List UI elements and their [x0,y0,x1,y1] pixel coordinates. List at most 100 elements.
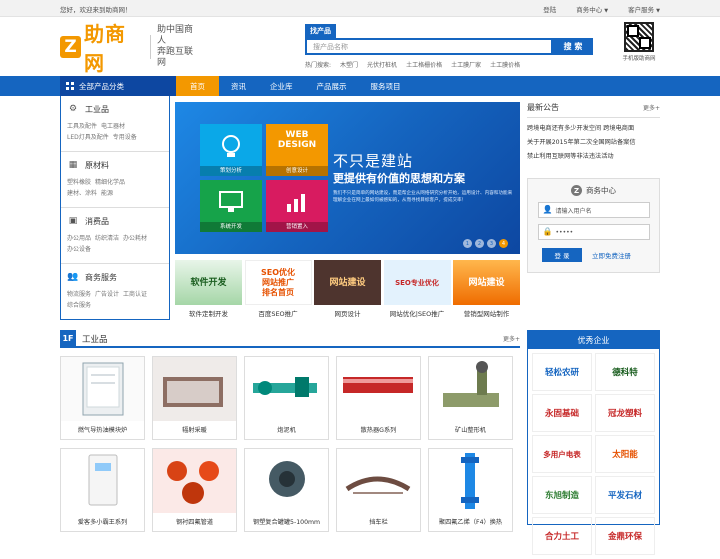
product-card[interactable]: 聚四氟乙烯（F4）换热 [428,448,513,532]
subcategory-link[interactable]: 办公耗材 [123,235,147,242]
hot-term[interactable]: 木塑门 [340,60,358,69]
subcategory-link[interactable]: LED灯具及配件 [67,134,109,141]
mobile-qr[interactable]: 手机版助商网 [618,22,660,62]
subcategory-link[interactable]: 工商认证 [123,291,147,298]
thumb-image: 网站建设 [314,260,381,305]
firm-logo[interactable]: 平发石材 [595,476,655,514]
hot-term[interactable]: 土工膜厂家 [451,60,481,69]
product-card[interactable]: 爱客多小霸王系列 [60,448,145,532]
product-name: 辐射采暖 [182,427,207,434]
product-card[interactable]: 挡车栏 [336,448,421,532]
banner-tiles: 策划分析 WEB DESIGN 创意设计 系统开发 营销置入 [200,124,330,234]
all-categories-button[interactable]: 全部产品分类 [60,76,176,96]
news-item[interactable]: 跨境电商还有多少开发空间 跨境电商面 [527,122,660,136]
lightbulb-icon [222,135,240,157]
firm-logo[interactable]: 永固基础 [532,394,592,432]
service-thumb[interactable]: SEO优化 网站推广 排名首页 百度SEO推广 [244,260,312,320]
carousel-dot[interactable]: 2 [475,239,484,248]
firm-logo[interactable]: 轻松农研 [532,353,592,391]
category-title[interactable]: ⚙ 工业品 [67,104,169,115]
subcategory-link[interactable]: 广告设计 [95,291,119,298]
login-button[interactable]: 登 录 [542,248,582,262]
firm-logo[interactable]: 东旭制造 [532,476,592,514]
product-card[interactable]: 辐射采暖 [152,356,237,440]
hot-searches: 热门搜索: 木塑门 光伏打桩机 土工格栅价格 土工膜厂家 土工膜价格 [305,60,595,69]
category-title[interactable]: ▣ 消费品 [67,216,169,227]
firm-logo[interactable]: 冠龙塑料 [595,394,655,432]
password-input[interactable]: 🔒 ••••• [537,224,650,240]
subcategory-link[interactable]: 工具及配件 [67,123,97,130]
category-title[interactable]: ▦ 原材料 [67,160,169,171]
username-input[interactable]: 👤 请输入用户名 [537,202,650,218]
subcategory-link[interactable]: 精细化学品 [95,179,125,186]
carousel-dot[interactable]: 3 [487,239,496,248]
news-item[interactable]: 禁止利用互联网等非法违法活动 [527,150,660,164]
subcategory-link[interactable]: 物流服务 [67,291,91,298]
cubes-icon: ▦ [68,160,78,170]
service-thumbs: 软件开发 软件定制开发 SEO优化 网站推广 排名首页 百度SEO推广 网站建设… [175,260,520,320]
thumb-caption: 百度SEO推广 [258,310,298,318]
search-tab-products[interactable]: 找产品 [305,24,336,38]
subcategory-link[interactable]: 塑料橡胶 [67,179,91,186]
tile-design: WEB DESIGN 创意设计 [266,124,328,176]
customer-service-menu[interactable]: 客户服务 ▼ [628,4,660,14]
nav-item-companies[interactable]: 企业库 [258,76,305,96]
login-link[interactable]: 登陆 [543,4,556,14]
tile-planning: 策划分析 [200,124,262,176]
product-card[interactable]: 散热器G系列 [336,356,421,440]
service-thumb[interactable]: 网站建设 营销型网站制作 [453,260,520,320]
carousel-dot-active[interactable]: 4 [499,239,508,248]
hot-label: 热门搜索: [305,62,332,69]
more-link[interactable]: 更多+ [643,103,660,112]
hero-banner[interactable]: 策划分析 WEB DESIGN 创意设计 系统开发 营销置入 不只是建站 更提供有… [175,102,520,254]
product-card[interactable]: 燃气导热油模块炉 [60,356,145,440]
service-thumb[interactable]: 软件开发 软件定制开发 [175,260,242,320]
hot-term[interactable]: 土工膜价格 [490,60,520,69]
logo-name: 助商网 [83,22,126,75]
hot-term[interactable]: 光伏打桩机 [367,60,397,69]
business-center-menu[interactable]: 商务中心 ▼ [576,4,608,14]
subcategory-link[interactable]: 办公设备 [67,246,91,253]
subcategory-link[interactable]: 办公用品 [67,235,91,242]
nav-item-home[interactable]: 首页 [176,76,219,96]
category-consumer: ▣ 消费品 办公用品 纺织清洁 办公耗材 办公设备 [61,208,169,264]
subcategory-link[interactable]: 专用设备 [113,134,137,141]
nav-item-products[interactable]: 产品展示 [305,76,359,96]
thumb-caption: 网页设计 [334,310,361,318]
product-card[interactable]: 矿山整形机 [428,356,513,440]
site-logo[interactable]: Z 助商网 助中国商人 奔跑互联网 [60,22,200,75]
firm-logo[interactable]: 金鼎环保 [595,517,655,555]
bag-icon: ▣ [68,216,78,226]
news-item[interactable]: 关于开展2015年第二次全国网站备案信 [527,136,660,150]
tile-marketing: 营销置入 [266,180,328,232]
web-design-label: WEB DESIGN [277,130,317,150]
nav-item-services[interactable]: 服务项目 [359,76,413,96]
subcategory-link[interactable]: 建材、涂料 [67,190,97,197]
firm-logo[interactable]: 合力土工 [532,517,592,555]
floor-title: 工业品 [82,335,108,345]
product-card[interactable]: 炮泥机 [244,356,329,440]
subcategory-link[interactable]: 综合服务 [67,302,91,309]
service-thumb[interactable]: SEO专业优化 网站优化|SEO推广 [383,260,451,320]
category-sidebar: ⚙ 工业品 工具及配件 电工器材 LED灯具及配件 专用设备 ▦ 原材料 塑料橡胶 精细化… [60,96,170,320]
category-title[interactable]: 👥 商务服务 [67,272,169,283]
subcategory-link[interactable]: 纺织清洁 [95,235,119,242]
subcategory-link[interactable]: 电工器材 [101,123,125,130]
search-input[interactable]: 搜产品名称 [305,38,553,55]
nav-item-news[interactable]: 资讯 [219,76,258,96]
firm-logo[interactable]: 德科特 [595,353,655,391]
firm-logo[interactable]: 多用户电表 [532,435,592,473]
subcategory-link[interactable]: 能源 [101,190,113,197]
service-thumb[interactable]: 网站建设 网页设计 [314,260,381,320]
product-card[interactable]: 钢衬四氟管道 [152,448,237,532]
floor-more-link[interactable]: 更多+ [503,334,520,343]
hot-term[interactable]: 土工格栅价格 [406,60,442,69]
product-card[interactable]: 钢塑复合罐罐5-100mm [244,448,329,532]
search-button[interactable]: 搜 索 [553,38,593,55]
gears-icon: ⚙ [68,104,78,114]
carousel-dot[interactable]: 1 [463,239,472,248]
logo-slogan: 助中国商人 奔跑互联网 [157,25,194,68]
header: Z 助商网 助中国商人 奔跑互联网 找产品 搜产品名称 搜 索 热门搜索: 木塑… [60,20,660,75]
firm-logo[interactable]: 太阳能 [595,435,655,473]
register-link[interactable]: 立即免费注册 [592,250,631,260]
